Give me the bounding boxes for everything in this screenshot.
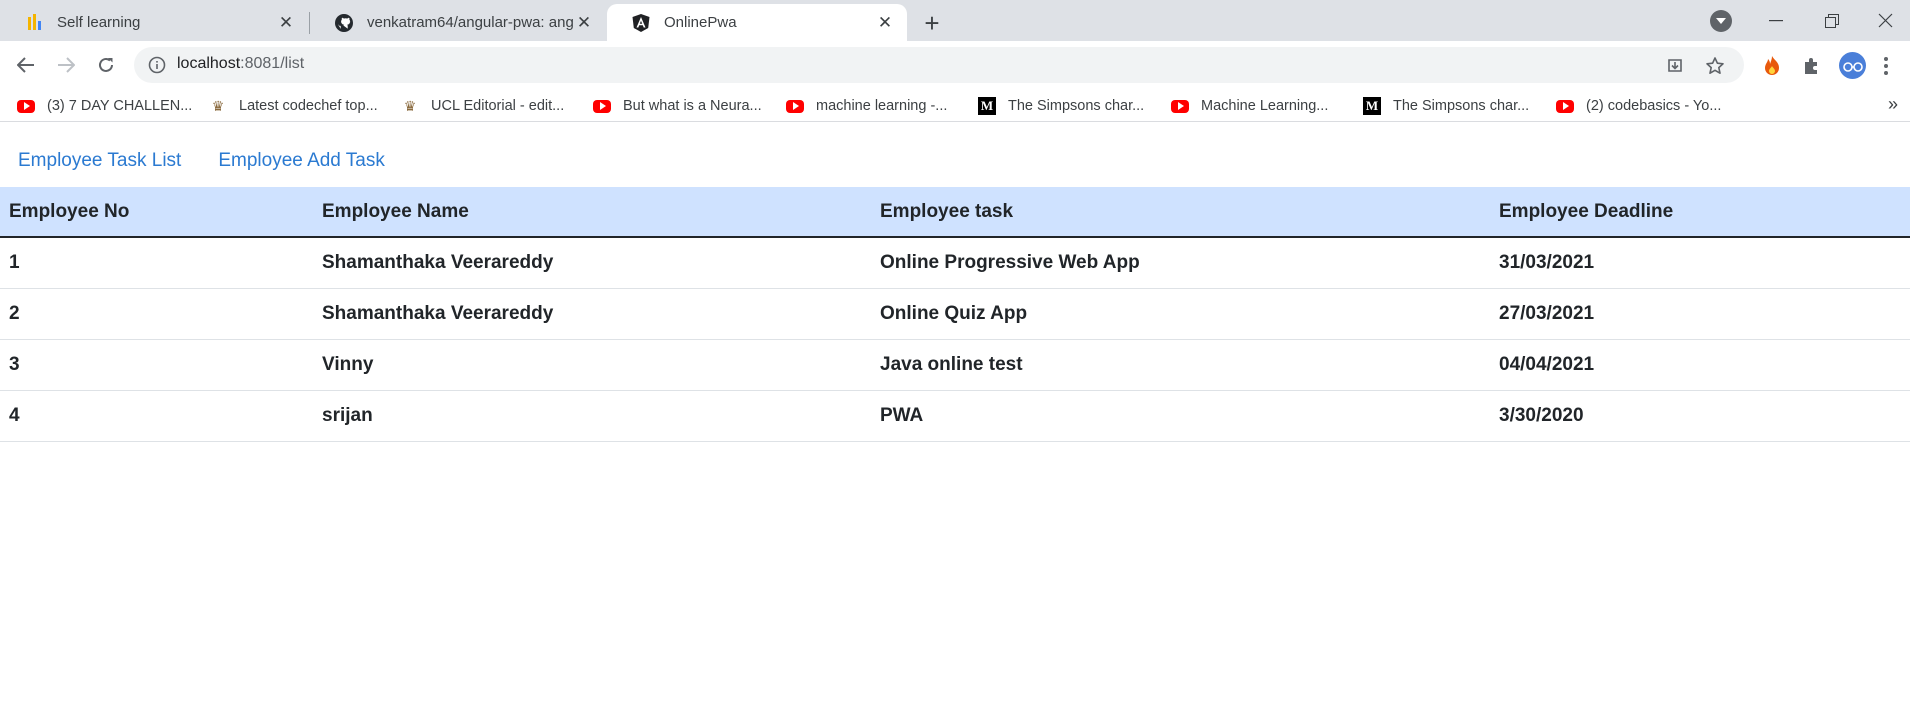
bookmark-star-icon[interactable] — [1704, 55, 1726, 77]
employee-task-cell: PWA — [871, 390, 1490, 442]
tab-title: OnlinePwa — [664, 14, 737, 31]
info-icon[interactable] — [148, 56, 166, 74]
github-icon — [334, 13, 354, 33]
employee-no-cell: 2 — [0, 288, 313, 340]
employee-task-cell: Online Quiz App — [871, 288, 1490, 340]
employee-name-cell: Vinny — [313, 339, 871, 391]
profile-avatar[interactable] — [1839, 52, 1866, 79]
back-arrow-icon[interactable] — [12, 51, 40, 79]
bookmark-label: The Simpsons char... — [1393, 98, 1530, 114]
close-window-icon[interactable] — [1860, 0, 1910, 41]
tab-strip: Self learning ✕ venkatram64/angular-pwa:… — [0, 0, 1910, 41]
tab-self-learning[interactable]: Self learning ✕ — [0, 4, 308, 41]
medium-icon: M — [1363, 97, 1381, 115]
close-tab-icon[interactable]: ✕ — [574, 13, 594, 33]
bookmark-label: Latest codechef top... — [239, 98, 378, 114]
close-tab-icon[interactable]: ✕ — [875, 13, 895, 33]
employee-deadline-cell: 31/03/2021 — [1490, 237, 1910, 289]
bookmark-item[interactable]: machine learning -... — [786, 95, 947, 117]
reload-icon[interactable] — [92, 51, 120, 79]
column-header: Employee task — [871, 187, 1490, 238]
bookmark-item[interactable]: But what is a Neura... — [593, 95, 762, 117]
forward-arrow-icon[interactable] — [52, 51, 80, 79]
bookmarks-overflow-chevron-icon[interactable]: » — [1888, 94, 1898, 115]
column-header: Employee Name — [313, 187, 871, 238]
employee-name-cell: Shamanthaka Veerareddy — [313, 237, 871, 289]
tab-search-chevron-down-icon[interactable] — [1710, 10, 1732, 32]
codechef-icon: ♛ — [211, 97, 225, 114]
column-header: Employee Deadline — [1490, 187, 1910, 238]
bookmark-label: The Simpsons char... — [1008, 98, 1145, 114]
youtube-icon — [593, 97, 611, 115]
employee-task-list-link[interactable]: Employee Task List — [18, 150, 181, 172]
codechef-icon: ♛ — [403, 97, 417, 114]
employee-task-table: Employee No Employee Name Employee task … — [0, 187, 1910, 442]
employee-task-cell: Java online test — [871, 339, 1490, 391]
employee-task-cell: Online Progressive Web App — [871, 237, 1490, 289]
tab-onlinepwa[interactable]: OnlinePwa ✕ — [607, 4, 907, 41]
employee-deadline-cell: 3/30/2020 — [1490, 390, 1910, 442]
column-header: Employee No — [0, 187, 313, 238]
minimize-icon[interactable] — [1748, 0, 1804, 41]
employee-no-cell: 1 — [0, 237, 313, 289]
bookmark-item[interactable]: (3) 7 DAY CHALLEN... — [17, 95, 192, 117]
bookmark-label: machine learning -... — [816, 98, 948, 114]
new-tab-plus-icon[interactable]: + — [918, 8, 946, 38]
employee-no-cell: 4 — [0, 390, 313, 442]
more-menu-icon[interactable] — [1878, 54, 1894, 78]
bookmark-item[interactable]: M The Simpsons char... — [1363, 95, 1529, 117]
employee-deadline-cell: 27/03/2021 — [1490, 288, 1910, 340]
tab-title: venkatram64/angular-pwa: angu — [367, 14, 574, 31]
youtube-icon — [786, 97, 804, 115]
browser-toolbar: localhost:8081/list — [0, 41, 1910, 89]
bookmark-label: But what is a Neura... — [623, 98, 762, 114]
employee-no-cell: 3 — [0, 339, 313, 391]
bookmark-label: UCL Editorial - edit... — [431, 98, 565, 114]
bookmark-item[interactable]: M The Simpsons char... — [978, 95, 1144, 117]
youtube-icon — [1556, 97, 1574, 115]
table-row: 3 Vinny Java online test 04/04/2021 — [0, 339, 1910, 391]
url-text: localhost:8081/list — [177, 55, 304, 73]
medium-icon: M — [978, 97, 996, 115]
bookmark-label: (3) 7 DAY CHALLEN... — [47, 98, 193, 114]
employee-deadline-cell: 04/04/2021 — [1490, 339, 1910, 391]
extensions-puzzle-icon[interactable] — [1799, 54, 1823, 78]
employee-name-cell: Shamanthaka Veerareddy — [313, 288, 871, 340]
app-nav: Employee Task List Employee Add Task — [18, 150, 385, 172]
bar-chart-icon — [24, 13, 44, 33]
address-bar[interactable]: localhost:8081/list — [134, 47, 1744, 83]
bookmark-item[interactable]: ♛ Latest codechef top... — [209, 95, 378, 117]
youtube-icon — [17, 97, 35, 115]
url-path: :8081/list — [240, 55, 305, 72]
angular-icon — [631, 13, 651, 33]
employee-name-cell: srijan — [313, 390, 871, 442]
bookmark-item[interactable]: Machine Learning... — [1171, 95, 1328, 117]
table-row: 2 Shamanthaka Veerareddy Online Quiz App… — [0, 288, 1910, 340]
install-app-icon[interactable] — [1664, 55, 1686, 77]
page-content: Employee Task List Employee Add Task Emp… — [0, 122, 1910, 721]
employee-add-task-link[interactable]: Employee Add Task — [218, 150, 385, 172]
restore-window-icon[interactable] — [1804, 0, 1860, 41]
bookmark-label: Machine Learning... — [1201, 98, 1329, 114]
bookmark-item[interactable]: (2) codebasics - Yo... — [1556, 95, 1721, 117]
tab-title: Self learning — [57, 14, 141, 31]
bookmarks-bar: (3) 7 DAY CHALLEN... ♛ Latest codechef t… — [0, 89, 1910, 122]
close-tab-icon[interactable]: ✕ — [276, 13, 296, 33]
bookmark-label: (2) codebasics - Yo... — [1586, 98, 1722, 114]
url-host: localhost — [177, 55, 241, 72]
table-row: 1 Shamanthaka Veerareddy Online Progress… — [0, 237, 1910, 289]
bookmark-item[interactable]: ♛ UCL Editorial - edit... — [401, 95, 565, 117]
tab-github[interactable]: venkatram64/angular-pwa: angu ✕ — [310, 4, 606, 41]
table-row: 4 srijan PWA 3/30/2020 — [0, 390, 1910, 442]
youtube-icon — [1171, 97, 1189, 115]
table-header-row: Employee No Employee Name Employee task … — [0, 187, 1910, 238]
extension-flame-icon[interactable] — [1760, 54, 1784, 78]
